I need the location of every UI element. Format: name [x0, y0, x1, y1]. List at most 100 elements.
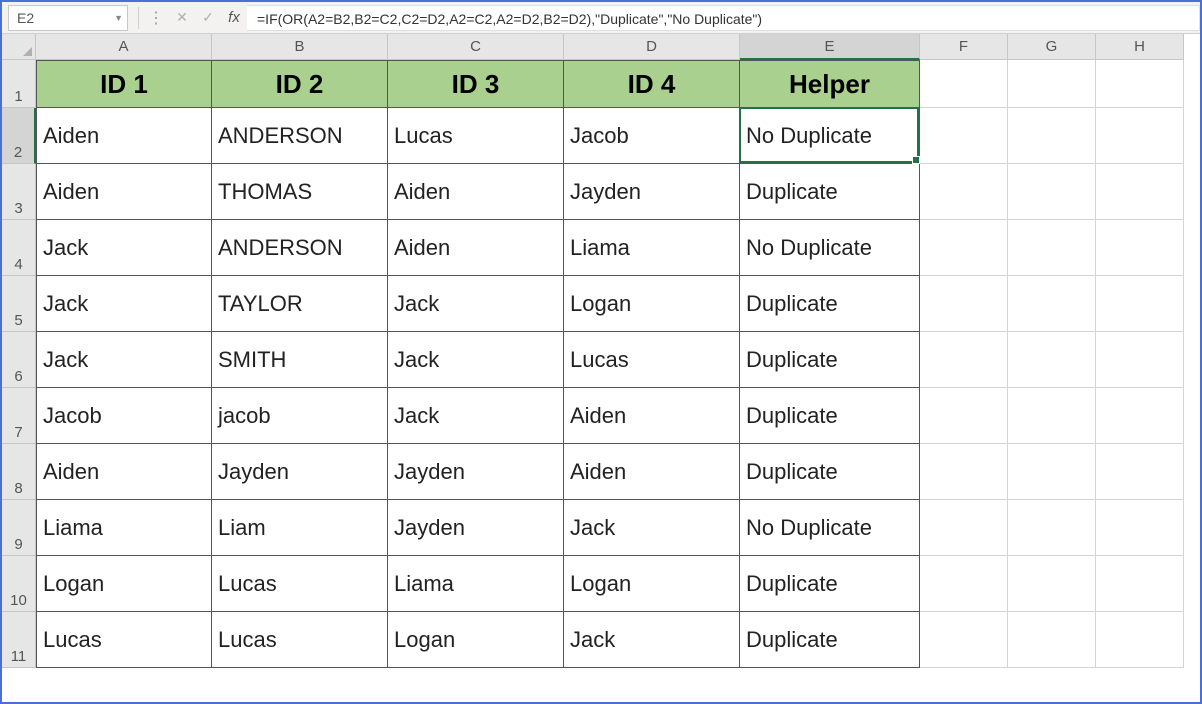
cell[interactable]: [1096, 444, 1184, 500]
cell[interactable]: [1008, 500, 1096, 556]
cell[interactable]: Jack: [36, 276, 212, 332]
column-header-C[interactable]: C: [388, 34, 564, 60]
cell[interactable]: [1096, 612, 1184, 668]
cell[interactable]: Logan: [36, 556, 212, 612]
cancel-icon[interactable]: ✕: [169, 5, 195, 31]
cell[interactable]: [1008, 556, 1096, 612]
cell[interactable]: Duplicate: [740, 444, 920, 500]
table-header-cell[interactable]: ID 2: [212, 60, 388, 108]
cell[interactable]: Lucas: [212, 556, 388, 612]
chevron-down-icon[interactable]: ▼: [114, 13, 123, 23]
cell[interactable]: Liama: [388, 556, 564, 612]
cell[interactable]: Jack: [388, 388, 564, 444]
column-header-A[interactable]: A: [36, 34, 212, 60]
cell[interactable]: [1096, 332, 1184, 388]
row-header-10[interactable]: 10: [2, 556, 36, 612]
table-header-cell[interactable]: ID 3: [388, 60, 564, 108]
cell[interactable]: Jayden: [388, 500, 564, 556]
cell[interactable]: [920, 164, 1008, 220]
cell[interactable]: Jack: [564, 500, 740, 556]
cell[interactable]: [920, 220, 1008, 276]
table-header-cell[interactable]: ID 1: [36, 60, 212, 108]
cell[interactable]: Aiden: [388, 220, 564, 276]
cell[interactable]: Liama: [564, 220, 740, 276]
cell[interactable]: Jack: [564, 612, 740, 668]
cell[interactable]: [920, 60, 1008, 108]
cell[interactable]: Liam: [212, 500, 388, 556]
cell[interactable]: Jack: [36, 332, 212, 388]
cell[interactable]: [1096, 220, 1184, 276]
cell[interactable]: [1096, 500, 1184, 556]
cell[interactable]: Duplicate: [740, 276, 920, 332]
cell[interactable]: Duplicate: [740, 164, 920, 220]
cell[interactable]: [920, 556, 1008, 612]
cell[interactable]: Aiden: [36, 444, 212, 500]
cell[interactable]: [1008, 612, 1096, 668]
row-header-3[interactable]: 3: [2, 164, 36, 220]
table-header-cell[interactable]: ID 4: [564, 60, 740, 108]
cell[interactable]: Aiden: [36, 108, 212, 164]
cell[interactable]: [920, 612, 1008, 668]
cell[interactable]: Duplicate: [740, 556, 920, 612]
column-header-B[interactable]: B: [212, 34, 388, 60]
row-header-5[interactable]: 5: [2, 276, 36, 332]
cell[interactable]: Jayden: [388, 444, 564, 500]
cell[interactable]: [1008, 332, 1096, 388]
cell[interactable]: Aiden: [564, 444, 740, 500]
cell[interactable]: Jack: [36, 220, 212, 276]
fx-icon[interactable]: fx: [221, 5, 247, 31]
cell[interactable]: [1008, 388, 1096, 444]
select-all-corner[interactable]: [2, 34, 36, 60]
column-header-G[interactable]: G: [1008, 34, 1096, 60]
column-header-F[interactable]: F: [920, 34, 1008, 60]
cell[interactable]: No Duplicate: [740, 500, 920, 556]
cell[interactable]: [1096, 108, 1184, 164]
cell[interactable]: Jack: [388, 332, 564, 388]
cell[interactable]: Aiden: [388, 164, 564, 220]
row-header-1[interactable]: 1: [2, 60, 36, 108]
name-box[interactable]: E2 ▼: [8, 5, 128, 31]
cell[interactable]: TAYLOR: [212, 276, 388, 332]
cell[interactable]: Lucas: [36, 612, 212, 668]
cell[interactable]: No Duplicate: [740, 220, 920, 276]
cell[interactable]: [1008, 444, 1096, 500]
cell[interactable]: [920, 276, 1008, 332]
cell[interactable]: [1008, 108, 1096, 164]
cell[interactable]: Jacob: [36, 388, 212, 444]
row-header-4[interactable]: 4: [2, 220, 36, 276]
cell[interactable]: Lucas: [564, 332, 740, 388]
cell[interactable]: [1008, 220, 1096, 276]
cell[interactable]: THOMAS: [212, 164, 388, 220]
check-icon[interactable]: ✓: [195, 5, 221, 31]
cell[interactable]: [920, 444, 1008, 500]
row-header-8[interactable]: 8: [2, 444, 36, 500]
cell[interactable]: [1096, 164, 1184, 220]
row-header-11[interactable]: 11: [2, 612, 36, 668]
cell[interactable]: Aiden: [36, 164, 212, 220]
cell[interactable]: [920, 388, 1008, 444]
cell[interactable]: SMITH: [212, 332, 388, 388]
cell[interactable]: Jack: [388, 276, 564, 332]
cell[interactable]: [1096, 60, 1184, 108]
cell[interactable]: No Duplicate: [740, 108, 920, 164]
row-header-7[interactable]: 7: [2, 388, 36, 444]
cell[interactable]: ANDERSON: [212, 220, 388, 276]
column-header-E[interactable]: E: [740, 34, 920, 60]
cell[interactable]: [1096, 556, 1184, 612]
cell[interactable]: [1008, 60, 1096, 108]
cell[interactable]: Duplicate: [740, 612, 920, 668]
more-icon[interactable]: ⋮: [143, 5, 169, 31]
formula-input[interactable]: =IF(OR(A2=B2,B2=C2,C2=D2,A2=C2,A2=D2,B2=…: [247, 5, 1200, 31]
cell[interactable]: Lucas: [388, 108, 564, 164]
row-header-2[interactable]: 2: [2, 108, 36, 164]
row-header-6[interactable]: 6: [2, 332, 36, 388]
cell[interactable]: [920, 332, 1008, 388]
cell[interactable]: Duplicate: [740, 388, 920, 444]
cell[interactable]: [920, 108, 1008, 164]
row-header-9[interactable]: 9: [2, 500, 36, 556]
cell[interactable]: [1096, 276, 1184, 332]
cell[interactable]: Jayden: [212, 444, 388, 500]
cell[interactable]: Jayden: [564, 164, 740, 220]
cell[interactable]: Jacob: [564, 108, 740, 164]
cell[interactable]: [1008, 164, 1096, 220]
